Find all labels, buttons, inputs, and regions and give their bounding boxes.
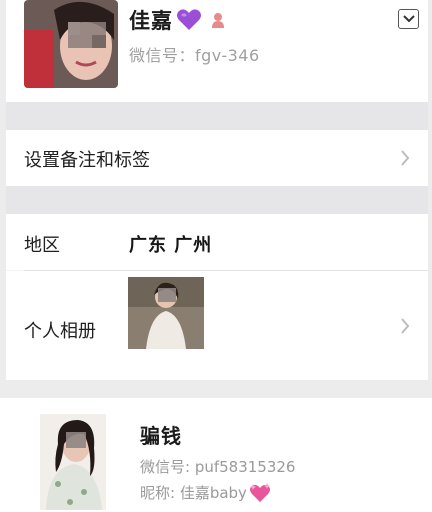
chevron-down-icon: [402, 15, 415, 23]
contact-profile-panel: 佳嘉 微信号：fgv-346 设置备注和标签 地区 广东 广州 个人相册: [6, 0, 428, 380]
section-gap: [6, 186, 428, 214]
wechat-id: 微信号：fgv-346: [129, 46, 260, 65]
sparkling-heart-icon: [249, 482, 270, 502]
avatar-photo: [24, 0, 118, 88]
card-title: 骗钱: [140, 424, 182, 448]
row-remark-tags[interactable]: 设置备注和标签: [6, 130, 428, 186]
name-row: 佳嘉: [129, 4, 226, 36]
contact-card[interactable]: 骗钱 微信号: puf58315326 昵称: 佳嘉baby: [0, 398, 432, 512]
purple-heart-icon: [176, 8, 202, 32]
card-nickname: 昵称: 佳嘉baby: [140, 484, 247, 502]
region-label: 地区: [24, 235, 60, 256]
row-photo-album[interactable]: 个人相册: [6, 271, 428, 380]
card-wechat-id: 微信号: puf58315326: [140, 458, 296, 476]
chevron-right-icon: [401, 150, 410, 166]
row-region: 地区 广东 广州: [6, 214, 428, 270]
remark-tags-label: 设置备注和标签: [24, 150, 150, 171]
profile-header: 佳嘉 微信号：fgv-346: [6, 0, 428, 102]
card-avatar: [40, 414, 106, 510]
female-icon: [210, 11, 226, 29]
profile-avatar[interactable]: [24, 0, 118, 88]
dropdown-button[interactable]: [398, 9, 419, 29]
contact-name: 佳嘉: [129, 9, 173, 33]
section-gap: [6, 102, 428, 130]
chevron-right-icon: [401, 318, 410, 334]
card-nickname-row: 昵称: 佳嘉baby: [140, 482, 271, 503]
photo-album-label: 个人相册: [24, 321, 96, 342]
album-thumbnail[interactable]: [128, 277, 204, 349]
region-value: 广东 广州: [129, 235, 213, 256]
